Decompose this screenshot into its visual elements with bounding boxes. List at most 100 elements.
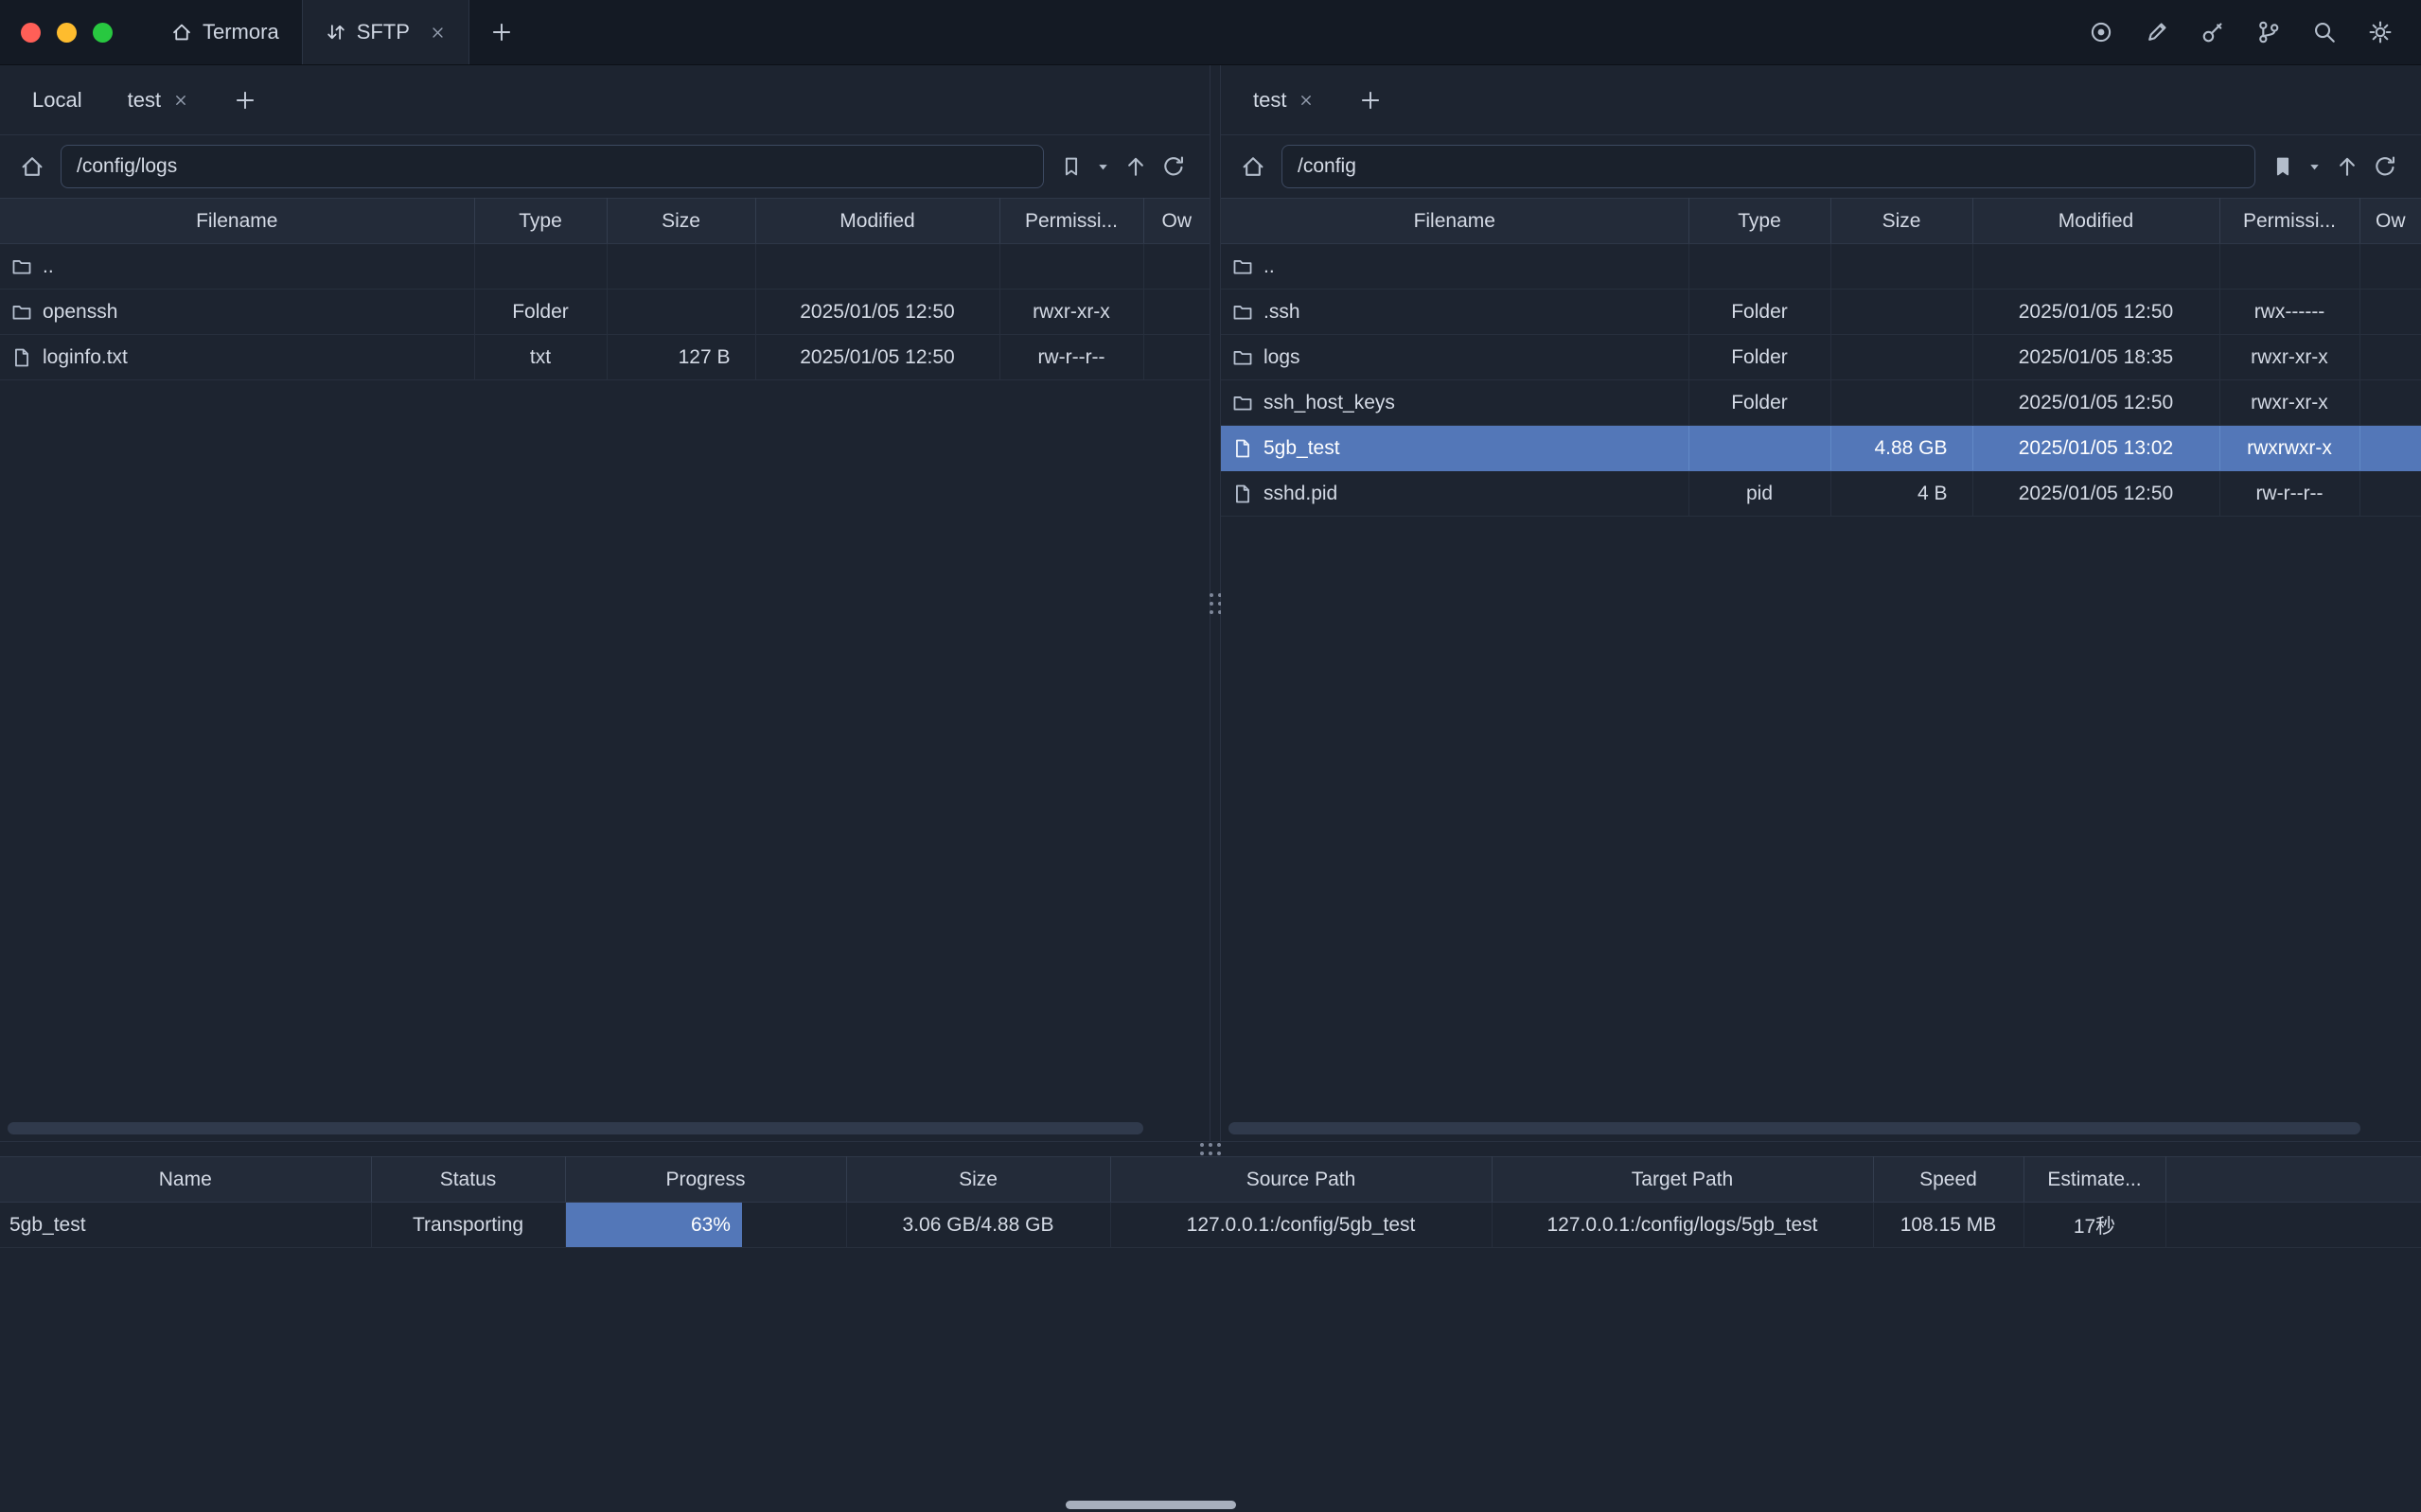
file-row-ssh-host-keys[interactable]: ssh_host_keys Folder 2025/01/05 12:50 rw… bbox=[1221, 380, 2421, 426]
column-header-modified[interactable]: Modified bbox=[1972, 199, 2219, 244]
column-header-type[interactable]: Type bbox=[1688, 199, 1830, 244]
new-window-tab-button[interactable] bbox=[473, 0, 530, 64]
close-icon[interactable] bbox=[173, 93, 188, 108]
transfer-size: 3.06 GB/4.88 GB bbox=[846, 1203, 1110, 1248]
refresh-button[interactable] bbox=[2366, 145, 2404, 188]
settings-icon[interactable] bbox=[2368, 20, 2393, 44]
termora-window: Termora SFTP bbox=[0, 0, 2421, 1512]
column-header-source-path[interactable]: Source Path bbox=[1110, 1157, 1492, 1203]
folder-icon bbox=[11, 256, 32, 277]
left-file-table: Filename Type Size Modified Permissi... … bbox=[0, 198, 1210, 380]
file-row-openssh[interactable]: openssh Folder 2025/01/05 12:50 rwxr-xr-… bbox=[0, 290, 1210, 335]
key-icon[interactable] bbox=[2200, 20, 2225, 44]
record-icon[interactable] bbox=[2089, 20, 2113, 44]
path-input-right[interactable] bbox=[1281, 145, 2255, 188]
tab-test-label: test bbox=[128, 88, 161, 113]
column-header-permissions[interactable]: Permissi... bbox=[999, 199, 1143, 244]
right-file-list: Filename Type Size Modified Permissi... … bbox=[1221, 198, 2421, 1141]
file-icon bbox=[1232, 483, 1253, 504]
parent-directory-button[interactable] bbox=[1117, 145, 1155, 188]
column-header-status[interactable]: Status bbox=[371, 1157, 565, 1203]
file-list-hscrollbar-thumb[interactable] bbox=[1228, 1122, 2360, 1134]
close-icon[interactable] bbox=[430, 25, 446, 41]
refresh-button[interactable] bbox=[1155, 145, 1193, 188]
search-icon[interactable] bbox=[2312, 20, 2337, 44]
column-header-filename[interactable]: Filename bbox=[0, 199, 474, 244]
column-header-modified[interactable]: Modified bbox=[755, 199, 999, 244]
parent-directory-button[interactable] bbox=[2328, 145, 2366, 188]
right-file-panel: test bbox=[1221, 65, 2421, 1141]
bookmark-button[interactable] bbox=[2265, 145, 2301, 188]
progress-label: 63% bbox=[691, 1214, 731, 1237]
column-header-size[interactable]: Size bbox=[1830, 199, 1972, 244]
column-header-target-path[interactable]: Target Path bbox=[1492, 1157, 1873, 1203]
file-row-parent[interactable]: .. bbox=[1221, 244, 2421, 290]
home-button[interactable] bbox=[13, 145, 51, 188]
transfers-splitter[interactable] bbox=[0, 1141, 2421, 1156]
home-icon bbox=[171, 22, 192, 43]
splitter-grip-icon bbox=[1210, 593, 1222, 614]
file-row-loginfo[interactable]: loginfo.txt txt 127 B 2025/01/05 12:50 r… bbox=[0, 335, 1210, 380]
tab-termora[interactable]: Termora bbox=[149, 0, 302, 64]
bookmark-button[interactable] bbox=[1053, 145, 1089, 188]
column-header-permissions[interactable]: Permissi... bbox=[2219, 199, 2359, 244]
file-row-5gb-test-selected[interactable]: 5gb_test 4.88 GB 2025/01/05 13:02 rwxrwx… bbox=[1221, 426, 2421, 471]
close-icon[interactable] bbox=[1299, 93, 1314, 108]
right-panel-tabs: test bbox=[1221, 65, 2421, 135]
new-tab-button-right[interactable] bbox=[1344, 89, 1397, 112]
tab-test-left[interactable]: test bbox=[105, 65, 211, 134]
column-header-speed[interactable]: Speed bbox=[1873, 1157, 2023, 1203]
file-name: 5gb_test bbox=[1264, 437, 1340, 460]
new-tab-button-left[interactable] bbox=[219, 89, 272, 112]
column-header-filename[interactable]: Filename bbox=[1221, 199, 1688, 244]
transfers-hscrollbar-thumb[interactable] bbox=[1066, 1501, 1236, 1509]
tab-test-right[interactable]: test bbox=[1230, 65, 1336, 134]
zoom-window-button[interactable] bbox=[93, 23, 113, 43]
column-header-size[interactable]: Size bbox=[846, 1157, 1110, 1203]
file-name: ssh_host_keys bbox=[1264, 392, 1395, 414]
bookmark-filled-icon bbox=[2271, 155, 2294, 178]
edit-icon[interactable] bbox=[2145, 20, 2169, 44]
column-header-estimate[interactable]: Estimate... bbox=[2023, 1157, 2165, 1203]
bookmark-icon bbox=[1060, 155, 1083, 178]
column-header-name[interactable]: Name bbox=[0, 1157, 371, 1203]
transfer-row-5gb-test[interactable]: 5gb_test Transporting 63% 3.06 GB/4.88 G… bbox=[0, 1203, 2421, 1248]
folder-icon bbox=[11, 302, 32, 323]
file-row-logs[interactable]: logs Folder 2025/01/05 18:35 rwxr-xr-x bbox=[1221, 335, 2421, 380]
transfer-progress-cell: 63% bbox=[565, 1203, 846, 1248]
bookmark-dropdown-button[interactable] bbox=[2301, 145, 2328, 188]
transfer-estimate: 17秒 bbox=[2023, 1203, 2165, 1248]
file-name: sshd.pid bbox=[1264, 483, 1337, 505]
home-button[interactable] bbox=[1234, 145, 1272, 188]
left-file-panel: Local test bbox=[0, 65, 1210, 1141]
transfer-arrows-icon bbox=[326, 22, 346, 43]
column-header-owner[interactable]: Ow bbox=[1143, 199, 1210, 244]
bookmark-dropdown-button[interactable] bbox=[1089, 145, 1117, 188]
file-icon bbox=[11, 347, 32, 368]
right-pathbar bbox=[1221, 135, 2421, 198]
plus-icon bbox=[234, 89, 256, 112]
tab-local[interactable]: Local bbox=[9, 65, 105, 134]
minimize-window-button[interactable] bbox=[57, 23, 77, 43]
column-header-size[interactable]: Size bbox=[607, 199, 755, 244]
close-window-button[interactable] bbox=[21, 23, 41, 43]
branch-icon[interactable] bbox=[2256, 20, 2281, 44]
column-header-owner[interactable]: Ow bbox=[2359, 199, 2421, 244]
panel-splitter[interactable] bbox=[1210, 65, 1221, 1141]
file-row-parent[interactable]: .. bbox=[0, 244, 1210, 290]
splitter-grip-icon bbox=[1200, 1143, 1221, 1155]
refresh-icon bbox=[1161, 154, 1186, 179]
file-list-hscrollbar-thumb[interactable] bbox=[8, 1122, 1143, 1134]
tab-sftp[interactable]: SFTP bbox=[302, 0, 469, 64]
file-row-ssh[interactable]: .ssh Folder 2025/01/05 12:50 rwx------ bbox=[1221, 290, 2421, 335]
folder-icon bbox=[1232, 393, 1253, 413]
column-header-type[interactable]: Type bbox=[474, 199, 607, 244]
column-header-progress[interactable]: Progress bbox=[565, 1157, 846, 1203]
transfer-source-path: 127.0.0.1:/config/5gb_test bbox=[1110, 1203, 1492, 1248]
left-pathbar bbox=[0, 135, 1210, 198]
path-input-left[interactable] bbox=[61, 145, 1044, 188]
file-name: loginfo.txt bbox=[43, 346, 128, 369]
tab-test-label: test bbox=[1253, 88, 1286, 113]
file-row-sshd-pid[interactable]: sshd.pid pid 4 B 2025/01/05 12:50 rw-r--… bbox=[1221, 471, 2421, 517]
plus-icon bbox=[1359, 89, 1382, 112]
